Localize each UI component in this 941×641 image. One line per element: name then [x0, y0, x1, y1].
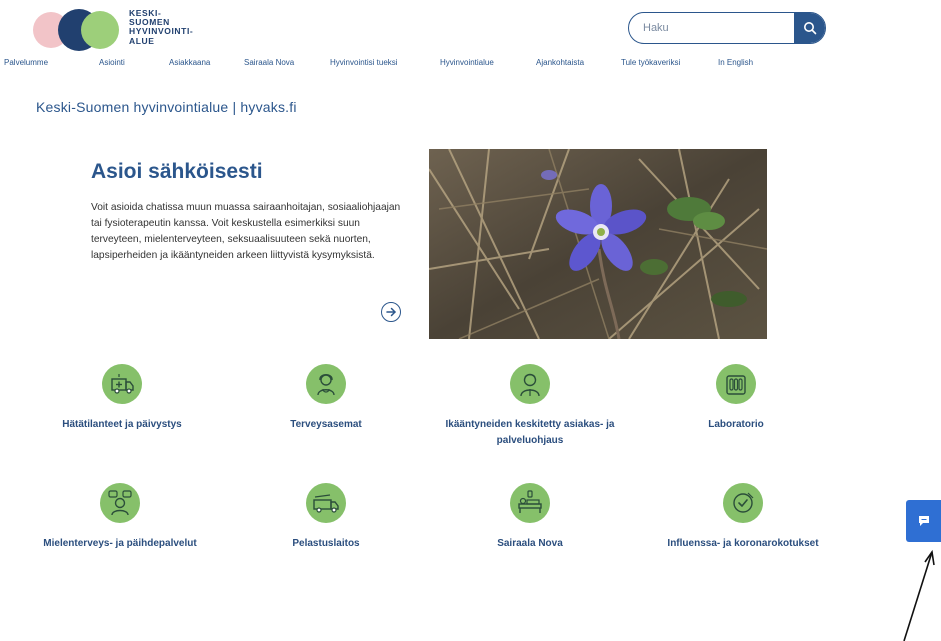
- logo-text: KESKI- SUOMEN HYVINVOINTI- ALUE: [129, 8, 194, 46]
- service-mielenterveys[interactable]: Mielenterveys- ja päihdepalvelut: [20, 483, 220, 552]
- hospital-bed-icon: [518, 490, 542, 513]
- service-label: Hätätilanteet ja päivystys: [62, 419, 182, 430]
- nav-item-palvelumme[interactable]: Palvelumme: [4, 58, 48, 67]
- service-sairaala-nova[interactable]: Sairaala Nova: [430, 483, 630, 552]
- test-tubes-icon: [726, 375, 746, 395]
- service-label: Mielenterveys- ja päihdepalvelut: [43, 538, 197, 549]
- service-hatatilanteet[interactable]: Hätätilanteet ja päivystys: [22, 364, 222, 433]
- service-laboratorio[interactable]: Laboratorio: [636, 364, 836, 433]
- chat-button[interactable]: [906, 500, 941, 542]
- annotation-arrow: [903, 549, 935, 641]
- hero-text: Voit asioida chatissa muun muassa sairaa…: [91, 202, 401, 261]
- hero-arrow-button[interactable]: [381, 302, 401, 322]
- vaccination-check-icon: [733, 492, 754, 513]
- nav-item-hyvinvointialue[interactable]: Hyvinvointialue: [440, 58, 494, 67]
- nav-item-ajankohtaista[interactable]: Ajankohtaista: [536, 58, 584, 67]
- logo-circles-icon: [33, 9, 119, 51]
- chat-icon: [918, 516, 929, 526]
- nav-item-sairaala-nova[interactable]: Sairaala Nova: [244, 58, 294, 67]
- nav-item-hyvinvointisi-tueksi[interactable]: Hyvinvointisi tueksi: [330, 58, 398, 67]
- site-logo[interactable]: KESKI- SUOMEN HYVINVOINTI- ALUE: [33, 8, 233, 52]
- ambulance-icon: [111, 374, 134, 394]
- service-terveysasemat[interactable]: Terveysasemat: [226, 364, 426, 433]
- elderly-person-icon: [520, 373, 540, 397]
- nav-item-asiakkaana[interactable]: Asiakkaana: [169, 58, 210, 67]
- fire-truck-icon: [313, 494, 339, 513]
- conversation-person-icon: [108, 490, 132, 516]
- search-button[interactable]: [794, 13, 825, 43]
- service-label: Sairaala Nova: [497, 538, 563, 549]
- service-label: Ikääntyneiden keskitetty asiakas- ja pal…: [445, 419, 615, 446]
- search-box: [628, 12, 826, 44]
- arrow-right-circle-icon: [386, 307, 396, 317]
- service-label: Influenssa- ja koronarokotukset: [667, 538, 819, 549]
- service-label: Terveysasemat: [290, 419, 362, 430]
- main-nav: Palvelumme Asiointi Asiakkaana Sairaala …: [0, 58, 800, 72]
- service-label: Laboratorio: [708, 419, 764, 430]
- service-ikaantyneiden-ohjaus[interactable]: Ikääntyneiden keskitetty asiakas- ja pal…: [420, 364, 640, 449]
- search-input[interactable]: [629, 13, 799, 42]
- search-icon: [804, 21, 817, 34]
- service-pelastuslaitos[interactable]: Pelastuslaitos: [226, 483, 426, 552]
- nurse-icon: [317, 374, 335, 396]
- nav-item-asiointi[interactable]: Asiointi: [99, 58, 125, 67]
- site-title: Keski-Suomen hyvinvointialue | hyvaks.fi: [36, 99, 297, 115]
- nav-item-tule-tyokaveriksi[interactable]: Tule työkaveriksi: [621, 58, 680, 67]
- nav-item-in-english[interactable]: In English: [718, 58, 753, 67]
- service-rokotukset[interactable]: Influenssa- ja koronarokotukset: [636, 483, 850, 552]
- hepatica-flower-photo: [429, 149, 767, 339]
- hero-title: Asioi sähköisesti: [91, 160, 263, 183]
- hero-image: [429, 149, 767, 339]
- service-label: Pelastuslaitos: [292, 538, 360, 549]
